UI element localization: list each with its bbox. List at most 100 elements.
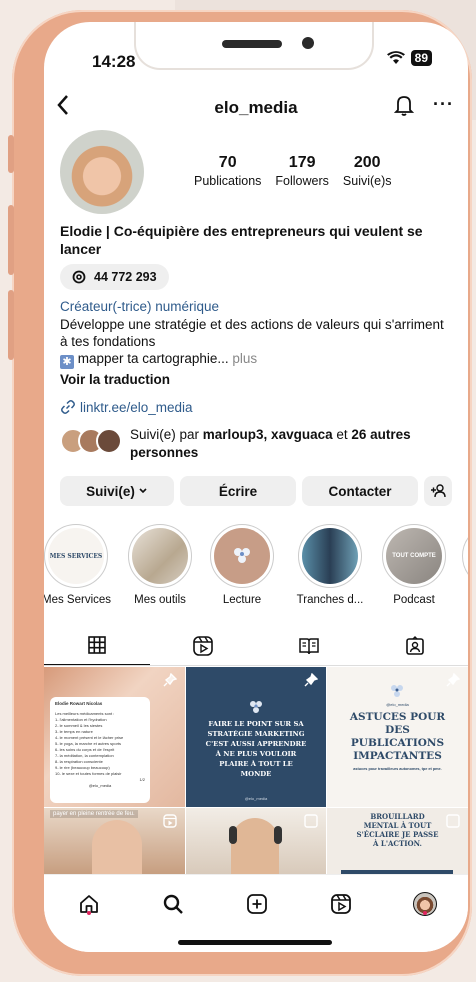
reel-icon bbox=[163, 814, 177, 833]
stat-publications[interactable]: 70 Publications bbox=[194, 154, 261, 188]
highlight-cover bbox=[132, 528, 188, 584]
threads-badge[interactable]: 44 772 293 bbox=[60, 264, 169, 290]
post-tile[interactable]: Elodie Rowart Nicolas Les meilleurs médi… bbox=[44, 667, 185, 807]
message-button[interactable]: Écrire bbox=[180, 476, 296, 506]
tab-tagged[interactable] bbox=[362, 626, 468, 665]
highlight-ring bbox=[462, 524, 468, 588]
bell-icon[interactable] bbox=[393, 94, 415, 121]
camera-dot bbox=[302, 37, 314, 49]
nav-search[interactable] bbox=[158, 889, 188, 919]
stat-followers[interactable]: 179 Followers bbox=[275, 154, 329, 188]
more-options-icon[interactable]: ··· bbox=[433, 94, 454, 115]
highlight-label: Mes outils bbox=[134, 594, 186, 606]
snowflake-icon: ✱ bbox=[60, 355, 74, 369]
highlight-ring bbox=[128, 524, 192, 588]
headphones-icon bbox=[274, 826, 282, 844]
phone-screen: 14:28 89 elo_media ··· 70 Publications 1… bbox=[44, 22, 468, 952]
pin-icon bbox=[163, 672, 178, 692]
post-subtext: astuces pour travailleurs autonomes, tpe… bbox=[353, 767, 442, 771]
followed-names: marloup3, xavguaca bbox=[202, 427, 333, 442]
stat-label: Publications bbox=[194, 174, 262, 188]
highlight-cover: TOUT COMPTE bbox=[386, 528, 442, 584]
post-tile[interactable]: @elo_media ASTUCES POUR DES PUBLICATIONS… bbox=[327, 667, 468, 807]
highlight-item[interactable]: TOUT COMPTE Podcast bbox=[380, 524, 448, 606]
stat-number: 200 bbox=[353, 154, 381, 171]
story-highlights: MES SERVICES Mes Services Mes outils Lec… bbox=[44, 524, 468, 616]
post-card: Elodie Rowart Nicolas Les meilleurs médi… bbox=[50, 697, 150, 803]
stat-label: Followers bbox=[275, 174, 329, 188]
followed-and: et bbox=[336, 427, 348, 442]
following-button[interactable]: Suivi(e) bbox=[60, 476, 174, 506]
highlight-cover: MES SERVICES bbox=[48, 528, 104, 584]
highlight-item[interactable]: Mes outils bbox=[126, 524, 194, 606]
home-indicator bbox=[178, 940, 332, 945]
followed-by[interactable]: Suivi(e) par marloup3, xavguaca et 26 au… bbox=[60, 426, 450, 466]
highlight-item[interactable]: Lecture bbox=[208, 524, 276, 606]
post-tile[interactable]: BROUILLARD MENTAL À TOUT S'ÉCLAIRE JE PA… bbox=[327, 808, 468, 878]
translate-link[interactable]: Voir la traduction bbox=[60, 372, 170, 387]
post-tile[interactable]: payer en pleine rentrée de feu. bbox=[44, 808, 185, 878]
profile-display-name: Elodie | Co-équipière des entrepreneurs … bbox=[60, 223, 423, 257]
headphones-icon bbox=[229, 826, 237, 844]
highlight-ring bbox=[210, 524, 274, 588]
post-face bbox=[92, 820, 142, 878]
flower-icon bbox=[250, 701, 262, 713]
post-tile[interactable]: FAIRE LE POINT SUR SA STRATÉGIE MARKETIN… bbox=[186, 667, 326, 807]
profile-link-text: linktr.ee/elo_media bbox=[80, 399, 193, 415]
nav-create[interactable] bbox=[242, 889, 272, 919]
reels-icon bbox=[193, 635, 213, 656]
post-text: FAIRE LE POINT SUR SA STRATÉGIE MARKETIN… bbox=[205, 720, 307, 778]
add-person-icon bbox=[431, 484, 446, 498]
battery-indicator: 89 bbox=[410, 50, 432, 66]
grid-icon bbox=[88, 636, 106, 654]
add-post-icon bbox=[247, 894, 267, 914]
post-tile[interactable] bbox=[186, 808, 326, 878]
phone-side-button bbox=[8, 135, 14, 173]
threads-icon bbox=[72, 270, 86, 284]
post-card-title: Elodie Rowart Nicolas bbox=[55, 701, 103, 706]
nav-reels[interactable] bbox=[326, 889, 356, 919]
flower-icon bbox=[391, 685, 403, 697]
follower-avatar bbox=[96, 428, 122, 454]
bio-line: mapper ta cartographie... bbox=[77, 351, 229, 366]
status-time: 14:28 bbox=[92, 52, 136, 71]
highlight-item[interactable]: Tranches d... bbox=[296, 524, 364, 606]
stat-number: 179 bbox=[288, 154, 316, 171]
chevron-down-icon bbox=[139, 488, 147, 494]
tab-guides[interactable] bbox=[256, 626, 362, 665]
multi-post-icon bbox=[446, 814, 460, 833]
add-person-button[interactable] bbox=[424, 476, 452, 506]
search-icon bbox=[163, 894, 183, 914]
highlight-item[interactable]: MES SERVICES Mes Services bbox=[44, 524, 111, 606]
phone-side-button bbox=[8, 205, 14, 275]
highlight-label: Podcast bbox=[393, 594, 435, 606]
post-face bbox=[231, 818, 279, 878]
dynamic-island bbox=[134, 22, 374, 70]
pin-icon bbox=[304, 672, 319, 692]
threads-count: 44 772 293 bbox=[94, 270, 157, 284]
highlight-cover bbox=[302, 528, 358, 584]
contact-button[interactable]: Contacter bbox=[302, 476, 418, 506]
profile-header: elo_media ··· bbox=[44, 94, 468, 124]
stat-following[interactable]: 200 Suivi(e)s bbox=[343, 154, 392, 188]
profile-link[interactable]: linktr.ee/elo_media bbox=[60, 399, 193, 415]
tagged-person-icon bbox=[406, 635, 424, 655]
posts-grid: Elodie Rowart Nicolas Les meilleurs médi… bbox=[44, 667, 468, 878]
pin-icon bbox=[446, 672, 461, 692]
bio-line: Développe une stratégie et des actions d… bbox=[60, 317, 444, 349]
profile-avatar[interactable] bbox=[60, 130, 144, 214]
tab-reels[interactable] bbox=[150, 626, 256, 665]
multi-post-icon bbox=[304, 814, 318, 833]
speaker-pill bbox=[222, 40, 282, 48]
highlight-ring: TOUT COMPTE bbox=[382, 524, 446, 588]
stat-label: Suivi(e)s bbox=[342, 174, 392, 188]
bio-more-link[interactable]: plus bbox=[232, 351, 257, 366]
highlight-label: Tranches d... bbox=[296, 594, 364, 606]
profile-category: Créateur(-trice) numérique bbox=[60, 299, 220, 314]
wifi-icon bbox=[386, 51, 405, 64]
tab-grid[interactable] bbox=[44, 626, 150, 665]
highlight-item[interactable] bbox=[462, 524, 468, 588]
notification-dot bbox=[423, 911, 427, 915]
followed-by-text: Suivi(e) par marloup3, xavguaca et 26 au… bbox=[130, 426, 450, 462]
followed-prefix: Suivi(e) par bbox=[130, 427, 200, 442]
